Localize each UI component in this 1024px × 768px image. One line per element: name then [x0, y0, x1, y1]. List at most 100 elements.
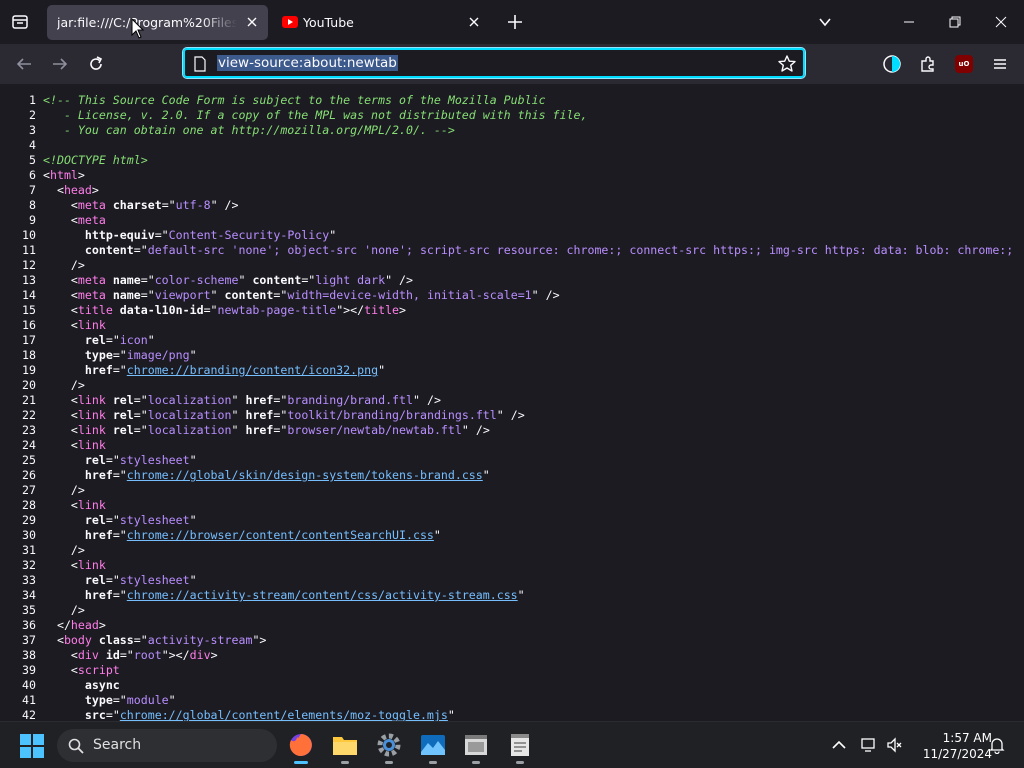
source-token: href [245, 408, 274, 422]
source-token: < [43, 423, 78, 437]
source-token: < [43, 648, 78, 662]
source-line: 24 <link [0, 438, 1024, 453]
bookmark-star-icon[interactable] [777, 54, 797, 74]
line-number: 1 [29, 93, 36, 107]
source-line: 2 - License, v. 2.0. If a copy of the MP… [0, 108, 1024, 123]
source-token: " [482, 468, 490, 482]
source-token: " [147, 333, 155, 347]
source-link[interactable]: chrome://global/content/elements/moz-tog… [120, 708, 448, 721]
source-token: div [77, 648, 99, 662]
line-number: 2 [29, 108, 36, 122]
source-code: <meta name="color-scheme" content="light… [43, 273, 413, 287]
source-code: /> [43, 603, 85, 617]
source-token: =" [161, 198, 176, 212]
source-line: 39 <script [0, 663, 1024, 678]
taskbar-firefox[interactable] [286, 730, 316, 764]
running-indicator [516, 761, 524, 764]
source-token: " /> [496, 408, 525, 422]
notification-bell-icon[interactable] [988, 736, 1006, 754]
source-token: id [105, 648, 120, 662]
taskbar-app[interactable] [461, 730, 491, 764]
source-code: <meta name="viewport" content="width=dev… [43, 288, 560, 302]
source-token [43, 693, 85, 707]
source-code: <meta charset="utf-8" /> [43, 198, 239, 212]
source-link[interactable]: chrome://browser/content/contentSearchUI… [127, 528, 434, 542]
source-link[interactable]: chrome://global/skin/design-system/token… [127, 468, 483, 482]
volume-muted-icon[interactable] [886, 736, 904, 754]
taskbar-file-explorer[interactable] [330, 730, 360, 764]
source-line: 33 rel="stylesheet" [0, 573, 1024, 588]
source-token: browser/newtab/newtab.ftl [287, 423, 462, 437]
source-token: link [77, 318, 106, 332]
source-token: color-scheme [154, 273, 239, 287]
privacy-shield-icon[interactable] [882, 54, 902, 74]
back-arrow-icon[interactable] [14, 54, 34, 74]
source-token: /> [43, 543, 85, 557]
source-line: 15 <title data-l10n-id="newtab-page-titl… [0, 303, 1024, 318]
list-all-tabs-chevron-down-icon[interactable] [817, 14, 833, 30]
source-line: 22 <link rel="localization" href="toolki… [0, 408, 1024, 423]
source-line: 6 <html> [0, 168, 1024, 183]
taskbar-settings[interactable] [374, 730, 404, 764]
url-input[interactable]: view-source:about:newtab [217, 55, 398, 71]
source-token: =" [112, 348, 127, 362]
source-token: " [517, 588, 525, 602]
source-link[interactable]: chrome://activity-stream/content/css/act… [127, 588, 518, 602]
close-window-icon[interactable] [991, 12, 1011, 32]
tab-active[interactable]: jar:file:///C:/Program%20Files/Mozilla [47, 5, 268, 40]
running-indicator [385, 761, 393, 764]
reload-icon[interactable] [86, 54, 106, 74]
taskbar-search[interactable]: Search [57, 729, 277, 762]
taskbar-photos[interactable] [418, 730, 448, 764]
line-number: 12 [22, 258, 36, 272]
source-line: 27 /> [0, 483, 1024, 498]
source-token: > [399, 303, 407, 317]
source-code: href="chrome://branding/content/icon32.p… [43, 363, 385, 377]
line-number: 31 [22, 543, 36, 557]
system-clock[interactable]: 1:57 AM 11/27/2024 [912, 730, 992, 762]
line-number: 41 [22, 693, 36, 707]
show-hidden-icons-chevron-up-icon[interactable] [830, 736, 848, 754]
youtube-icon [282, 16, 298, 28]
line-number: 37 [22, 633, 36, 647]
source-token: name [112, 288, 141, 302]
ublock-origin-extension-icon[interactable]: uO [955, 55, 973, 73]
source-code: <!DOCTYPE html> [43, 153, 148, 167]
source-code: <link [43, 438, 106, 452]
firefox-view-button[interactable] [8, 10, 32, 34]
new-tab-plus-icon[interactable] [505, 12, 525, 32]
source-line: 18 type="image/png" [0, 348, 1024, 363]
source-token: link [77, 558, 106, 572]
source-token: "> [252, 633, 267, 647]
source-code: <link [43, 498, 106, 512]
source-line: 1 <!-- This Source Code Form is subject t… [0, 93, 1024, 108]
source-line: 41 type="module" [0, 693, 1024, 708]
source-code: <head> [43, 183, 99, 197]
tab-youtube[interactable]: YouTube [272, 5, 490, 40]
source-code: content="default-src 'none'; object-src … [43, 243, 1013, 257]
network-icon[interactable] [860, 736, 878, 754]
source-token: title [364, 303, 400, 317]
minimize-icon[interactable] [899, 12, 919, 32]
line-number: 24 [22, 438, 36, 452]
source-code: <html> [43, 168, 85, 182]
source-line: 12 /> [0, 258, 1024, 273]
menu-hamburger-icon[interactable] [990, 54, 1010, 74]
close-tab-icon[interactable] [466, 14, 482, 30]
line-number: 35 [22, 603, 36, 617]
source-token: icon [119, 333, 148, 347]
source-token: < [43, 393, 78, 407]
extensions-puzzle-icon[interactable] [918, 54, 938, 74]
start-windows-icon[interactable] [20, 734, 44, 758]
close-tab-icon[interactable] [244, 14, 260, 30]
restore-icon[interactable] [945, 12, 965, 32]
url-bar[interactable]: view-source:about:newtab [182, 47, 806, 79]
source-token: utf-8 [175, 198, 211, 212]
taskbar-notepad[interactable] [505, 730, 535, 764]
forward-arrow-icon[interactable] [50, 54, 70, 74]
source-link[interactable]: chrome://branding/content/icon32.png [127, 363, 378, 377]
source-token: " [433, 528, 441, 542]
source-token: " [447, 708, 455, 721]
source-token: - License, v. 2.0. If a copy of the MPL … [43, 108, 588, 122]
source-code: <body class="activity-stream"> [43, 633, 266, 647]
